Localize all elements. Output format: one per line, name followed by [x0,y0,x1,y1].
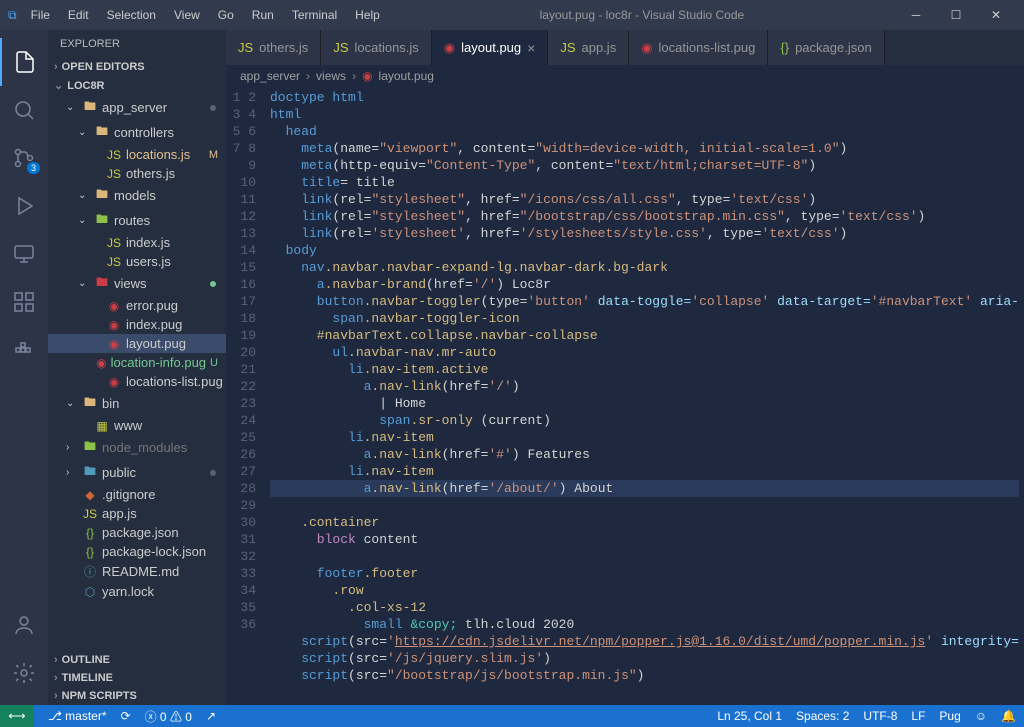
cursor-position[interactable]: Ln 25, Col 1 [717,709,782,723]
language-mode[interactable]: Pug [939,709,960,723]
tab-others-js[interactable]: JSothers.js [226,30,321,65]
file-locations-js[interactable]: JSlocations.jsM [48,145,226,164]
explorer-icon[interactable] [0,38,48,86]
file-error-pug[interactable]: ◉error.pug [48,296,226,315]
settings-gear-icon[interactable] [0,649,48,697]
menu-selection[interactable]: Selection [99,4,164,26]
close-icon[interactable]: × [527,40,535,56]
file-package-lock[interactable]: {}package-lock.json [48,542,226,561]
menu-view[interactable]: View [166,4,208,26]
line-numbers: 1 2 3 4 5 6 7 8 9 10 11 12 13 14 15 16 1… [226,87,270,705]
status-bar: ⟷ ⎇ master* ⟳ ⓧ 0 ⚠ 0 ↗ Ln 25, Col 1 Spa… [0,705,1024,727]
file-index-js[interactable]: JSindex.js [48,233,226,252]
file-locations-list-pug[interactable]: ◉locations-list.pug [48,372,226,391]
sidebar: EXPLORER ›OPEN EDITORS ⌄LOC8R ⌄🖿app_serv… [48,30,226,705]
menu-help[interactable]: Help [347,4,388,26]
docker-icon[interactable] [0,326,48,374]
file-gitignore[interactable]: ◆.gitignore [48,485,226,504]
remote-explorer-icon[interactable] [0,230,48,278]
menu-run[interactable]: Run [244,4,282,26]
file-yarn-lock[interactable]: ⬡yarn.lock [48,582,226,601]
tab-layout-pug[interactable]: ◉layout.pug× [432,30,549,65]
tab-locations-list-pug[interactable]: ◉locations-list.pug [629,30,768,65]
npm-scripts-section[interactable]: ›NPM SCRIPTS [48,687,226,705]
source-control-icon[interactable]: 3 [0,134,48,182]
outline-section[interactable]: ›OUTLINE [48,651,226,669]
notifications-icon[interactable]: 🔔 [1001,709,1016,723]
sync-icon[interactable]: ⟳ [121,709,131,723]
accounts-icon[interactable] [0,601,48,649]
tab-package-json[interactable]: {}package.json [768,30,884,65]
open-editors-section[interactable]: ›OPEN EDITORS [48,58,226,76]
encoding[interactable]: UTF-8 [863,709,897,723]
sidebar-title: EXPLORER [48,30,226,58]
menu-edit[interactable]: Edit [60,4,97,26]
close-button[interactable]: ✕ [976,0,1016,30]
menu-bar: File Edit Selection View Go Run Terminal… [23,4,388,26]
live-share-icon[interactable]: ↗ [206,709,216,723]
scm-badge: 3 [27,162,40,174]
breadcrumb[interactable]: app_server› views› ◉layout.pug [226,65,1024,87]
tab-locations-js[interactable]: JSlocations.js [321,30,431,65]
menu-go[interactable]: Go [210,4,242,26]
problems-indicator[interactable]: ⓧ 0 ⚠ 0 [145,708,192,725]
file-others-js[interactable]: JSothers.js [48,164,226,183]
search-icon[interactable] [0,86,48,134]
file-tree: ⌄🖿app_server ⌄🖿controllers JSlocations.j… [48,95,226,651]
remote-indicator[interactable]: ⟷ [0,705,34,727]
titlebar: ⧉ File Edit Selection View Go Run Termin… [0,0,1024,30]
eol[interactable]: LF [911,709,925,723]
file-layout-pug[interactable]: ◉layout.pug [48,334,226,353]
run-debug-icon[interactable] [0,182,48,230]
maximize-button[interactable]: ☐ [936,0,976,30]
window-title: layout.pug - loc8r - Visual Studio Code [388,8,896,22]
project-section[interactable]: ⌄LOC8R [48,76,226,95]
folder-bin[interactable]: ⌄🖿bin [48,391,226,416]
minimap[interactable] [1019,87,1024,705]
file-index-pug[interactable]: ◉index.pug [48,315,226,334]
folder-controllers[interactable]: ⌄🖿controllers [48,120,226,145]
indentation[interactable]: Spaces: 2 [796,709,849,723]
minimize-button[interactable]: ─ [896,0,936,30]
folder-app-server[interactable]: ⌄🖿app_server [48,95,226,120]
file-www[interactable]: ▦www [48,416,226,435]
folder-node-modules[interactable]: ›🖿node_modules [48,435,226,460]
file-app-js[interactable]: JSapp.js [48,504,226,523]
code-content[interactable]: doctype html html head meta(name="viewpo… [270,87,1019,705]
git-branch[interactable]: ⎇ master* [48,709,107,723]
extensions-icon[interactable] [0,278,48,326]
folder-views[interactable]: ⌄🖿views [48,271,226,296]
file-readme[interactable]: ⓘREADME.md [48,561,226,582]
timeline-section[interactable]: ›TIMELINE [48,669,226,687]
menu-file[interactable]: File [23,4,58,26]
folder-routes[interactable]: ⌄🖿routes [48,208,226,233]
file-users-js[interactable]: JSusers.js [48,252,226,271]
vscode-icon: ⧉ [8,8,17,23]
activity-bar: 3 [0,30,48,705]
editor-tabs: JSothers.js JSlocations.js ◉layout.pug× … [226,30,1024,65]
feedback-icon[interactable]: ☺ [975,709,987,723]
folder-public[interactable]: ›🖿public [48,460,226,485]
tab-app-js[interactable]: JSapp.js [548,30,629,65]
editor-area: JSothers.js JSlocations.js ◉layout.pug× … [226,30,1024,705]
menu-terminal[interactable]: Terminal [284,4,345,26]
file-location-info-pug[interactable]: ◉location-info.pugU [48,353,226,372]
code-editor[interactable]: 1 2 3 4 5 6 7 8 9 10 11 12 13 14 15 16 1… [226,87,1024,705]
folder-models[interactable]: ⌄🖿models [48,183,226,208]
file-package-json[interactable]: {}package.json [48,523,226,542]
